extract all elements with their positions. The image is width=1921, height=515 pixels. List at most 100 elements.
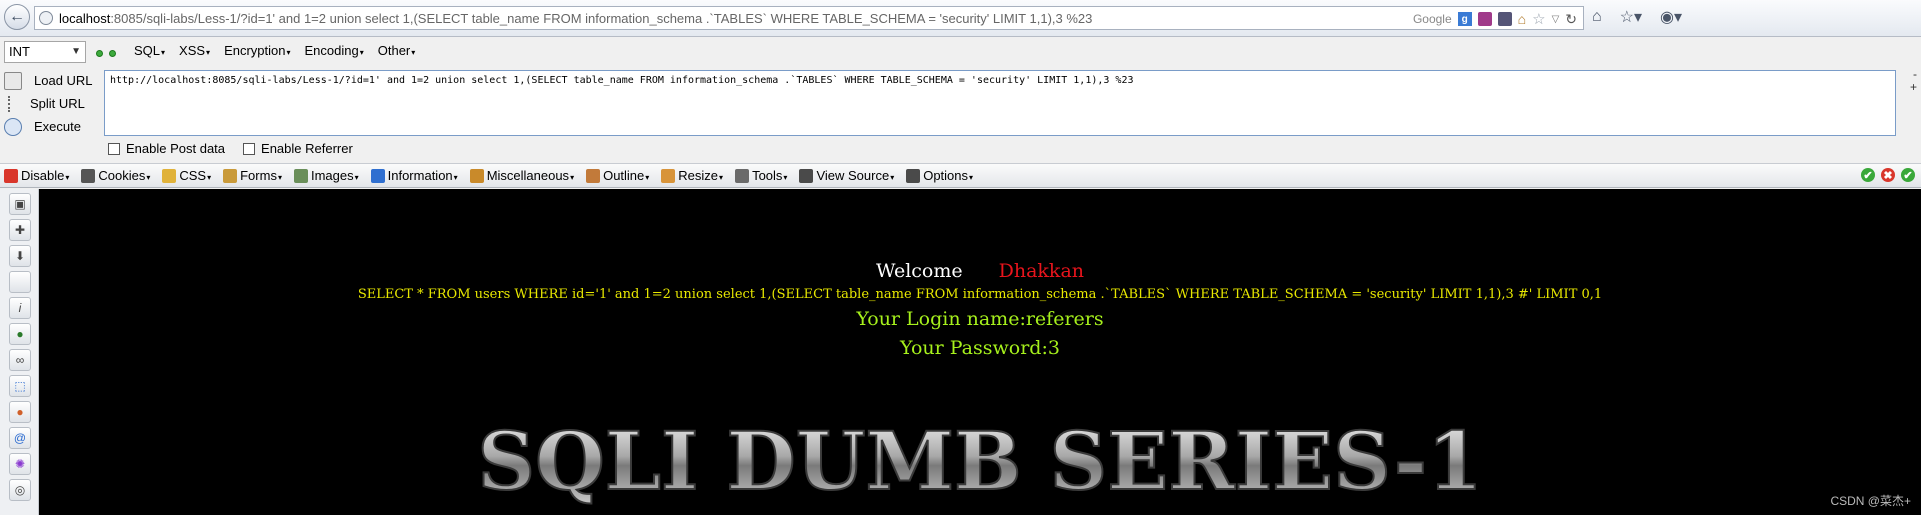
webdev-menu-label: Resize	[678, 168, 723, 183]
webdev-menu-information[interactable]: Information	[367, 168, 458, 183]
puzzle-icon[interactable]: ✚	[9, 219, 31, 241]
blank-icon[interactable]	[9, 271, 31, 293]
bookmark-star-icon[interactable]: ☆	[1532, 10, 1545, 28]
url-textarea[interactable]: http://localhost:8085/sqli-labs/Less-1/?…	[104, 70, 1896, 136]
load-url-icon	[4, 71, 22, 90]
banner-svg: SQLI DUMB SERIES-1	[476, 413, 1483, 509]
enable-referrer-checkbox[interactable]: Enable Referrer	[243, 141, 353, 156]
sql-query-text: SELECT * FROM users WHERE id='1' and 1=2…	[357, 287, 1603, 302]
dropdown-icon[interactable]: ▽	[1552, 14, 1560, 25]
webdev-menu-miscellaneous[interactable]: Miscellaneous	[466, 168, 574, 183]
information-icon	[370, 168, 385, 183]
webdev-menu-label: CSS	[179, 168, 211, 183]
welcome-text: Welcome	[875, 260, 963, 282]
tools-icon	[735, 168, 750, 183]
webdev-menu-label: Options	[923, 168, 973, 183]
checkbox-icon	[108, 142, 120, 155]
home-small-icon[interactable]: ⌂	[1518, 11, 1526, 27]
google-icon[interactable]: g	[1457, 12, 1472, 26]
webdev-status-icons: ✔ ✖ ✔	[1861, 168, 1915, 182]
watermark: CSDN @菜杰+	[1830, 494, 1911, 508]
webdev-menu-label: Outline	[603, 168, 649, 183]
disable-icon	[4, 168, 18, 183]
addon-icon[interactable]	[1477, 12, 1492, 26]
palette-icon[interactable]: ◎	[9, 479, 31, 501]
webdev-menu-label: View Source	[816, 168, 894, 183]
sqli-banner-image: SQLI DUMB SERIES-1	[39, 413, 1921, 510]
bookmarks-menu-icon[interactable]: ☆▾	[1620, 7, 1642, 27]
hackbar-status-dots	[96, 50, 116, 57]
type-select-value: INT	[9, 44, 30, 59]
menu-xss[interactable]: XSS	[179, 43, 210, 58]
webdev-menu-label: Images	[311, 168, 359, 183]
status-dot-icon[interactable]	[96, 50, 103, 57]
site-identity-icon[interactable]	[39, 11, 53, 25]
webdev-menu-label: Information	[388, 168, 458, 183]
split-url-icon	[8, 95, 18, 112]
css-icon	[162, 168, 177, 183]
webdev-menu-cookies[interactable]: Cookies	[77, 168, 150, 183]
swirl-icon[interactable]: @	[9, 427, 31, 449]
webdev-menu-options[interactable]: Options	[902, 168, 973, 183]
load-url-button[interactable]: Load URL	[0, 69, 100, 92]
hackbar-menu-row: INT ▼ SQL XSS Encryption Encoding Other	[0, 37, 1921, 67]
error-icon[interactable]: ✖	[1881, 168, 1895, 182]
info-icon[interactable]: i	[9, 297, 31, 319]
enable-post-checkbox[interactable]: Enable Post data	[108, 141, 225, 156]
back-button[interactable]: ←	[4, 4, 30, 30]
banner-text: SQLI DUMB SERIES-1	[480, 417, 1480, 507]
webdev-menu-resize[interactable]: Resize	[657, 168, 723, 183]
page-content: Welcome Dhakkan SELECT * FROM users WHERE…	[39, 189, 1921, 515]
shield-icon[interactable]: ●	[9, 323, 31, 345]
firebug-icon[interactable]: ●	[9, 401, 31, 423]
hackbar-menu: SQL XSS Encryption Encoding Other	[134, 43, 415, 58]
webdev-menu-css[interactable]: CSS	[158, 168, 211, 183]
reload-icon[interactable]: ↻	[1565, 11, 1577, 28]
login-name-text: Your Login name:referers	[856, 308, 1104, 330]
qr-code-icon[interactable]	[1497, 12, 1512, 26]
left-sidebar: ▣ ✚ ⬇ i ● ∞ ⬚ ● @ ✺ ◎	[0, 189, 39, 515]
shrink-textarea-button[interactable]: -	[1913, 67, 1917, 81]
glasses-icon[interactable]: ∞	[9, 349, 31, 371]
status-dot-icon[interactable]	[109, 50, 116, 57]
grow-textarea-button[interactable]: +	[1910, 80, 1917, 94]
addon-eye-icon[interactable]: ◉▾	[1660, 7, 1682, 27]
outline-icon	[586, 168, 601, 183]
menu-encoding[interactable]: Encoding	[305, 43, 364, 58]
type-select[interactable]: INT ▼	[4, 41, 86, 63]
webdev-menu-forms[interactable]: Forms	[219, 168, 282, 183]
webdev-menu-label: Miscellaneous	[487, 168, 574, 183]
split-url-button[interactable]: Split URL	[0, 92, 100, 115]
home-icon[interactable]: ⌂	[1592, 8, 1602, 26]
valid-check-icon[interactable]: ✔	[1901, 168, 1915, 182]
gear-purple-icon[interactable]: ✺	[9, 453, 31, 475]
menu-other[interactable]: Other	[378, 43, 416, 58]
webdev-menu-view-source[interactable]: View Source	[795, 168, 894, 183]
url-path: :8085/sqli-labs/Less-1/?id=1' and 1=2 un…	[110, 10, 1093, 26]
webdev-menu-images[interactable]: Images	[290, 168, 359, 183]
welcome-name: Dhakkan	[998, 260, 1085, 282]
hackbar-panel: Load URL Split URL Execute http://localh…	[0, 67, 1921, 167]
url-host: localhost	[59, 10, 111, 26]
split-url-label: Split URL	[30, 96, 85, 111]
back-arrow-icon: ←	[9, 8, 25, 25]
welcome-line: Welcome Dhakkan	[39, 260, 1921, 282]
cookies-icon	[81, 168, 96, 183]
selector-icon[interactable]: ⬚	[9, 375, 31, 397]
enable-post-label: Enable Post data	[126, 141, 226, 156]
sidebar-icon-1[interactable]: ▣	[9, 193, 31, 215]
menu-sql[interactable]: SQL	[134, 43, 165, 58]
valid-check-icon[interactable]: ✔	[1861, 168, 1875, 182]
address-bar[interactable]: localhost:8085/sqli-labs/Less-1/?id=1' a…	[34, 6, 1584, 30]
webdev-menu-disable[interactable]: Disable	[0, 168, 69, 183]
download-icon[interactable]: ⬇	[9, 245, 31, 267]
execute-button[interactable]: Execute	[0, 115, 100, 138]
resize-icon	[661, 168, 676, 183]
images-icon	[293, 168, 308, 183]
address-bar-controls: Google g ⌂ ☆ ▽ ↻	[1413, 10, 1577, 29]
webdev-menu-label: Disable	[21, 168, 69, 183]
execute-icon	[4, 117, 22, 136]
menu-encryption[interactable]: Encryption	[224, 43, 290, 58]
webdev-menu-tools[interactable]: Tools	[731, 168, 787, 183]
webdev-menu-outline[interactable]: Outline	[582, 168, 649, 183]
